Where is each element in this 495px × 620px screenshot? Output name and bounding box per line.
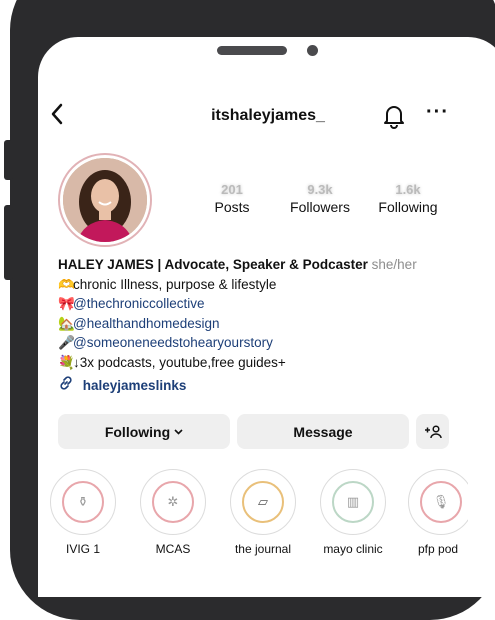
- microphone-emoji-icon: 🎤: [58, 335, 75, 350]
- mention-someoneneedstohearyourstory[interactable]: @someoneneedstohearyourstory: [73, 335, 273, 350]
- highlight-label: pfp pod: [418, 542, 459, 556]
- bio-line-podcasts: ↓3x podcasts, youtube,free guides+: [73, 354, 286, 370]
- followers-count: 9.3k: [307, 182, 333, 197]
- highlight-mayo-clinic[interactable]: ▥ mayo clinic: [318, 469, 388, 556]
- bow-emoji-icon: 🎀: [58, 296, 75, 311]
- phone-side-button: [4, 140, 13, 180]
- hands-emoji-icon: 🫶: [58, 276, 75, 292]
- bouquet-emoji-icon: 💐: [58, 354, 75, 370]
- bio-link-text: haleyjameslinks: [82, 378, 187, 393]
- bio-link[interactable]: haleyjameslinks: [58, 376, 495, 396]
- hospital-icon: ▥: [332, 481, 374, 523]
- profile-bio: HALEY JAMES | Advocate, Speaker & Podcas…: [58, 255, 495, 396]
- highlight-label: MCAS: [155, 542, 191, 556]
- profile-view: itshaleyjames_ ··· 201 Posts 9.3k Follow…: [38, 37, 495, 567]
- highlight-cover: ▱: [230, 469, 296, 535]
- pronouns: she/her: [371, 257, 417, 272]
- phone-volume-button: [4, 205, 13, 280]
- highlight-label: mayo clinic: [323, 542, 383, 556]
- following-button[interactable]: Following: [58, 414, 230, 449]
- highlight-pfp-pod[interactable]: 🎙 pfp pod: [408, 469, 468, 556]
- posts-count: 201: [221, 182, 243, 197]
- book-icon: ▱: [242, 481, 284, 523]
- avatar: [63, 158, 147, 242]
- display-name: HALEY JAMES | Advocate, Speaker & Podcas…: [58, 257, 368, 272]
- followers-label: Followers: [290, 199, 350, 215]
- bio-line-tagline: chronic Illness, purpose & lifestyle: [73, 276, 277, 292]
- highlight-cover: ✲: [140, 469, 206, 535]
- highlight-label: IVIG 1: [65, 542, 100, 556]
- add-user-button[interactable]: [416, 414, 449, 449]
- following-button-label: Following: [104, 423, 171, 440]
- stat-following[interactable]: 1.6k Following: [372, 182, 444, 215]
- mention-healthandhomedesign[interactable]: @healthandhomedesign: [73, 316, 220, 331]
- message-button-label: Message: [293, 423, 353, 440]
- highlight-the-journal[interactable]: ▱ the journal: [228, 469, 298, 556]
- highlight-cover: ⚱: [50, 469, 116, 535]
- highlight-cover: ▥: [320, 469, 386, 535]
- following-label: Following: [378, 199, 438, 215]
- highlight-ivig-1[interactable]: ⚱ IVIG 1: [48, 469, 118, 556]
- following-count: 1.6k: [395, 182, 421, 197]
- house-emoji-icon: 🏡: [58, 315, 75, 331]
- microphone-icon: 🎙: [420, 481, 462, 523]
- highlight-mcas[interactable]: ✲ MCAS: [138, 469, 208, 556]
- iv-bag-icon: ⚱: [62, 481, 104, 523]
- stat-posts[interactable]: 201 Posts: [202, 182, 262, 215]
- stat-followers[interactable]: 9.3k Followers: [284, 182, 356, 215]
- link-icon: [58, 376, 73, 396]
- highlight-label: the journal: [234, 542, 292, 556]
- highlight-cover: 🎙: [408, 469, 468, 535]
- notification-bell-icon[interactable]: [383, 103, 405, 129]
- message-button[interactable]: Message: [237, 414, 409, 449]
- mention-thechroniccollective[interactable]: @thechroniccollective: [73, 296, 205, 311]
- profile-avatar-ring[interactable]: [58, 153, 152, 247]
- allergy-icon: ✲: [152, 481, 194, 523]
- add-user-icon: [424, 424, 442, 439]
- chevron-down-icon: [174, 428, 183, 435]
- posts-label: Posts: [214, 199, 250, 215]
- more-options-icon[interactable]: ···: [426, 101, 449, 124]
